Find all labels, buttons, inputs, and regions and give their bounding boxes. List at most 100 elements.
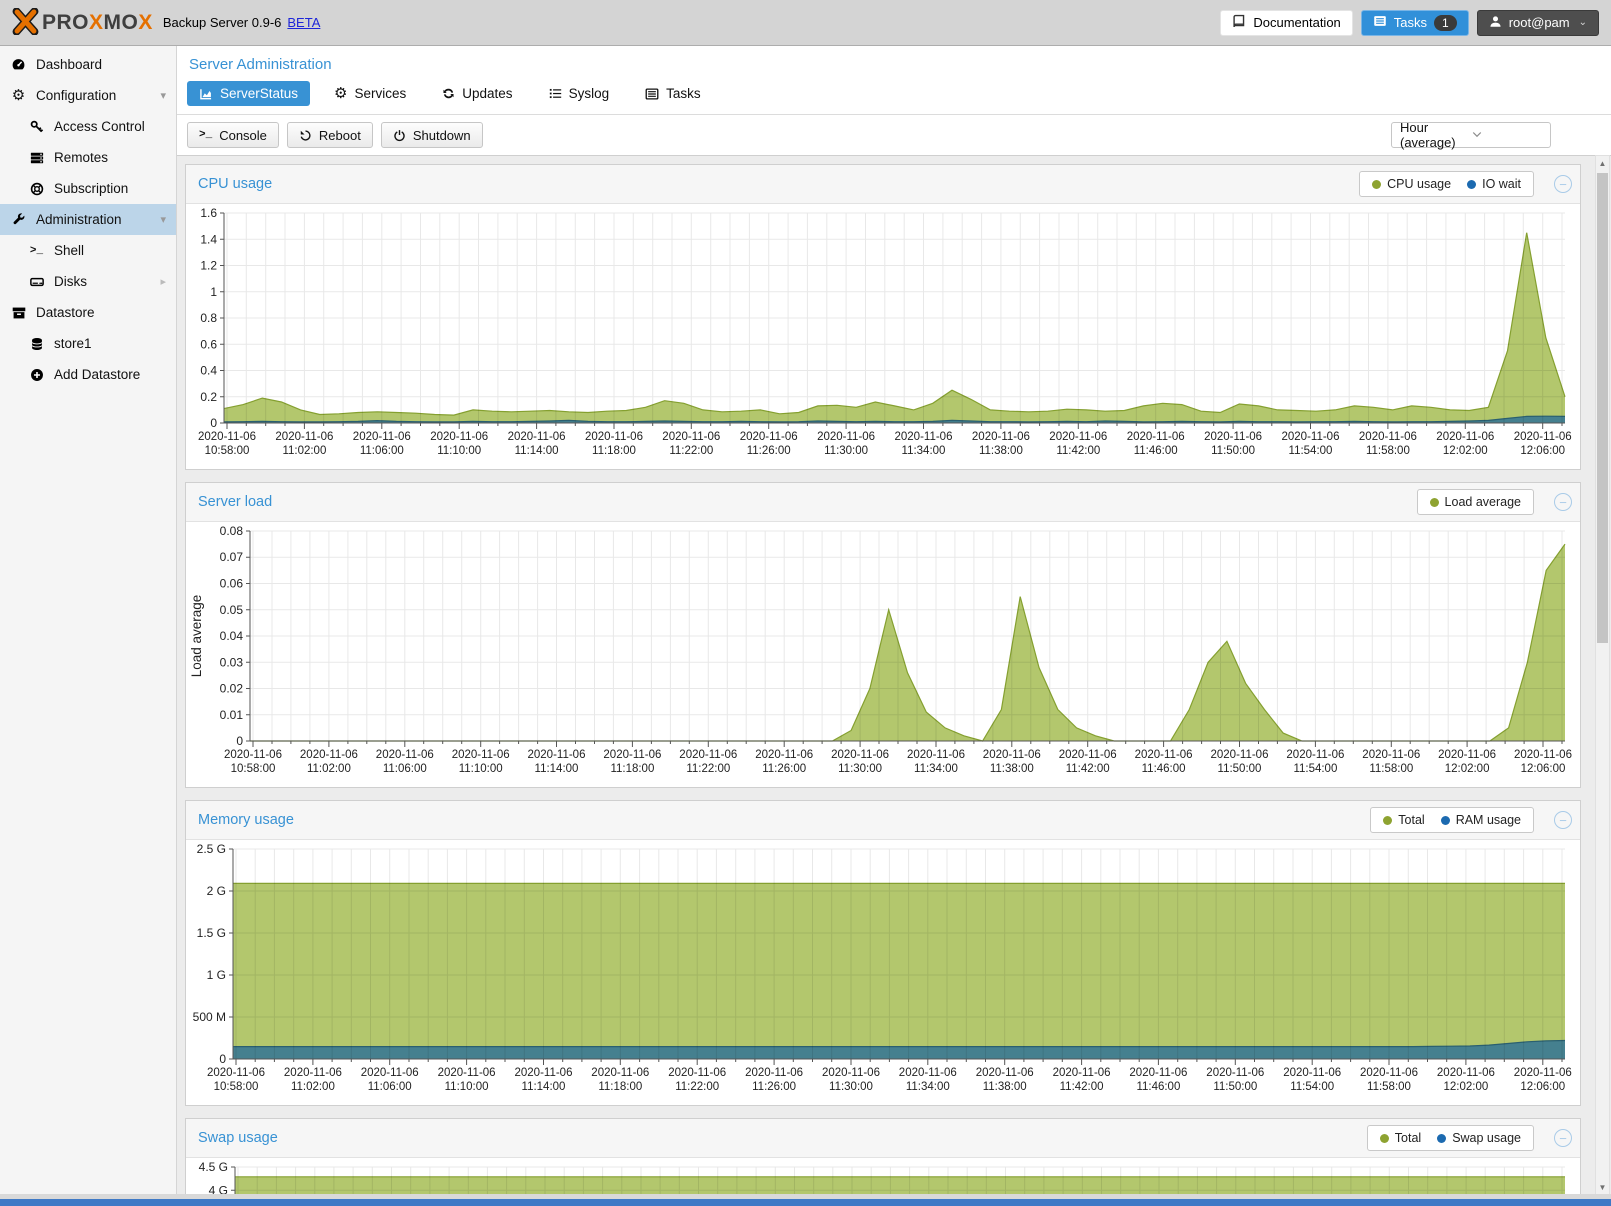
panel-header: Memory usage Total RAM usage − (186, 801, 1580, 840)
documentation-button[interactable]: Documentation (1220, 10, 1352, 36)
sidebar-item-subscription[interactable]: Subscription (0, 173, 176, 204)
chevron-down-icon[interactable]: ▾ (160, 213, 166, 226)
book-icon (1232, 14, 1246, 31)
svg-text:2020-11-06: 2020-11-06 (1438, 749, 1496, 761)
database-icon (28, 337, 45, 351)
panel-title: Memory usage (198, 812, 294, 828)
legend-item[interactable]: RAM usage (1441, 813, 1521, 827)
svg-text:11:58:00: 11:58:00 (1366, 445, 1410, 457)
plus-icon (28, 368, 45, 382)
legend-dot-icon (1437, 1134, 1446, 1143)
bottom-blue-strip (0, 1199, 1611, 1206)
legend-item[interactable]: Load average (1430, 495, 1521, 509)
vertical-scrollbar[interactable]: ▲ ▼ (1595, 155, 1610, 1196)
tab-syslog[interactable]: Syslog (537, 81, 622, 106)
svg-text:11:06:00: 11:06:00 (383, 763, 427, 775)
tab-services[interactable]: ⚙Services (322, 81, 418, 106)
svg-text:11:38:00: 11:38:00 (983, 1081, 1027, 1093)
console-button[interactable]: >_Console (187, 122, 279, 148)
chart-panel-cpu: CPU usageCPU usageIO wait−00.20.40.60.81… (185, 164, 1581, 470)
svg-text:11:26:00: 11:26:00 (752, 1081, 796, 1093)
svg-text:11:06:00: 11:06:00 (368, 1081, 412, 1093)
legend-item[interactable]: Swap usage (1437, 1131, 1521, 1145)
scrollbar-thumb[interactable] (1597, 173, 1608, 643)
beta-link[interactable]: BETA (287, 15, 320, 30)
svg-text:2020-11-06: 2020-11-06 (1053, 1067, 1111, 1079)
terminal-icon: >_ (28, 245, 45, 257)
tab-updates[interactable]: Updates (430, 81, 524, 106)
tab-tasks[interactable]: Tasks (633, 81, 713, 106)
sidebar-item-store1[interactable]: store1 (0, 328, 176, 359)
sidebar-item-access-control[interactable]: Access Control (0, 111, 176, 142)
legend-item[interactable]: IO wait (1467, 177, 1521, 191)
user-menu-button[interactable]: root@pam ⌄ (1477, 10, 1599, 36)
chart-legend: Total RAM usage (1370, 807, 1534, 833)
svg-text:2020-11-06: 2020-11-06 (284, 1067, 342, 1079)
panel-title: Swap usage (198, 1130, 278, 1146)
collapse-icon[interactable]: − (1554, 493, 1572, 511)
chart-icon (199, 87, 213, 101)
sidebar-item-datastore[interactable]: Datastore (0, 297, 176, 328)
main-panel: Server Administration ServerStatus⚙Servi… (177, 46, 1611, 1206)
collapse-icon[interactable]: − (1554, 811, 1572, 829)
sidebar: Dashboard⚙Configuration▾ Access Control Re… (0, 46, 177, 1206)
sidebar-item-label: store1 (54, 336, 92, 351)
panel-title: CPU usage (198, 176, 272, 192)
legend-item[interactable]: Total (1380, 1131, 1421, 1145)
svg-text:0.6: 0.6 (200, 337, 217, 351)
svg-text:4.5 G: 4.5 G (199, 1160, 228, 1174)
brand-wordmark: PROXMOX (42, 11, 153, 35)
svg-text:11:42:00: 11:42:00 (1066, 763, 1110, 775)
svg-text:0.05: 0.05 (220, 603, 244, 617)
chart-panel-memory: Memory usageTotalRAM usage−0500 M1 G1.5 … (185, 800, 1581, 1106)
legend-item[interactable]: CPU usage (1372, 177, 1451, 191)
svg-text:0.8: 0.8 (200, 311, 217, 325)
svg-text:11:46:00: 11:46:00 (1134, 445, 1178, 457)
chart-body: 00.20.40.60.811.21.41.62020-11-0610:58:0… (186, 204, 1580, 469)
scroll-up-icon[interactable]: ▲ (1596, 156, 1609, 171)
reboot-button[interactable]: Reboot (287, 122, 373, 148)
svg-text:2020-11-06: 2020-11-06 (528, 749, 586, 761)
chevron-right-icon[interactable]: ▸ (160, 275, 166, 288)
collapse-icon[interactable]: − (1554, 1129, 1572, 1147)
archive-icon (10, 306, 27, 320)
svg-text:12:06:00: 12:06:00 (1521, 763, 1566, 775)
svg-text:2020-11-06: 2020-11-06 (895, 431, 953, 443)
legend-dot-icon (1380, 1134, 1389, 1143)
support-icon (28, 182, 45, 196)
svg-text:11:50:00: 11:50:00 (1211, 445, 1255, 457)
sidebar-item-disks[interactable]: Disks▸ (0, 266, 176, 297)
svg-text:11:14:00: 11:14:00 (522, 1081, 566, 1093)
legend-item[interactable]: Total (1383, 813, 1424, 827)
sidebar-item-configuration[interactable]: ⚙Configuration▾ (0, 80, 176, 111)
tab-serverstatus[interactable]: ServerStatus (187, 81, 310, 106)
svg-text:2020-11-06: 2020-11-06 (745, 1067, 803, 1079)
sidebar-item-administration[interactable]: Administration▾ (0, 204, 176, 235)
timeframe-select[interactable]: Hour (average) (1391, 122, 1551, 148)
svg-text:11:58:00: 11:58:00 (1369, 763, 1413, 775)
tasks-button[interactable]: Tasks 1 (1361, 10, 1469, 36)
scroll-down-icon[interactable]: ▼ (1596, 1180, 1609, 1195)
task-list-icon (1373, 14, 1387, 31)
sidebar-item-add-datastore[interactable]: Add Datastore (0, 359, 176, 390)
svg-text:2020-11-06: 2020-11-06 (198, 431, 256, 443)
legend-dot-icon (1372, 180, 1381, 189)
chevron-down-icon (1471, 128, 1542, 143)
svg-text:2020-11-06: 2020-11-06 (1211, 749, 1269, 761)
shutdown-button[interactable]: Shutdown (381, 122, 483, 148)
svg-text:2020-11-06: 2020-11-06 (1360, 1067, 1418, 1079)
legend-dot-icon (1430, 498, 1439, 507)
dashboard-icon (10, 57, 27, 72)
sidebar-item-shell[interactable]: >_ Shell (0, 235, 176, 266)
sidebar-item-dashboard[interactable]: Dashboard (0, 49, 176, 80)
sidebar-item-label: Access Control (54, 119, 145, 134)
chart-body: 00.010.020.030.040.050.060.070.082020-11… (186, 522, 1580, 787)
svg-text:2020-11-06: 2020-11-06 (438, 1067, 496, 1079)
svg-text:11:18:00: 11:18:00 (592, 445, 636, 457)
svg-text:0: 0 (210, 416, 217, 430)
collapse-icon[interactable]: − (1554, 175, 1572, 193)
chevron-down-icon[interactable]: ▾ (160, 89, 166, 102)
svg-text:2020-11-06: 2020-11-06 (603, 749, 661, 761)
sidebar-item-remotes[interactable]: Remotes (0, 142, 176, 173)
sidebar-item-label: Shell (54, 243, 84, 258)
